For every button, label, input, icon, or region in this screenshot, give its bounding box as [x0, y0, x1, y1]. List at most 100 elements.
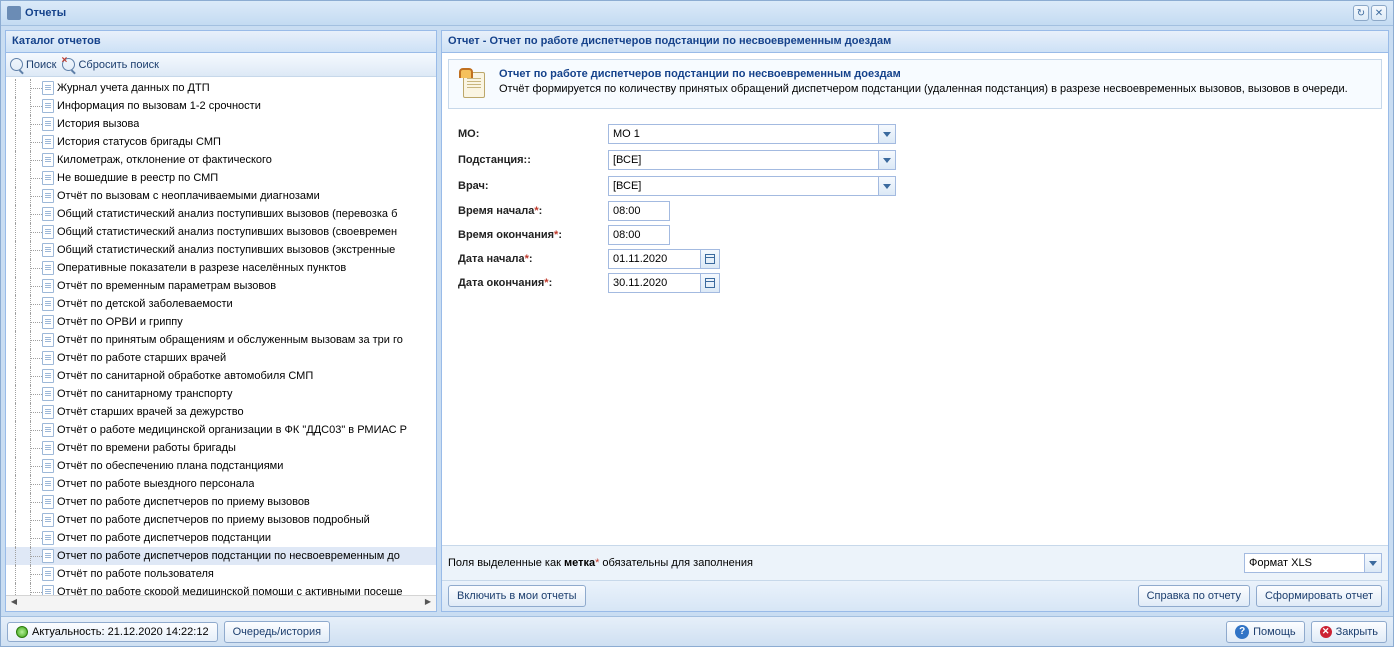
generate-report-button[interactable]: Сформировать отчет [1256, 585, 1382, 607]
scroll-right-arrow[interactable]: ▶ [420, 597, 436, 611]
main-window: Отчеты ↻ ✕ Каталог отчетов Поиск Сбросит… [0, 0, 1394, 647]
close-label: Закрыть [1336, 626, 1378, 638]
date-end-field[interactable] [608, 273, 720, 293]
horizontal-scrollbar[interactable]: ◀ ▶ [6, 595, 436, 611]
format-input[interactable] [1244, 553, 1364, 573]
tree-item[interactable]: Общий статистический анализ поступивших … [6, 205, 436, 223]
status-actual: Актуальность: 21.12.2020 14:22:12 [7, 622, 218, 642]
tree-item[interactable]: Отчет по работе диспетчеров подстанции п… [6, 547, 436, 565]
tree-item[interactable]: История статусов бригады СМП [6, 133, 436, 151]
catalog-title: Каталог отчетов [6, 31, 436, 53]
tree-item-label: Километраж, отклонение от фактического [57, 154, 272, 166]
tree-item[interactable]: Общий статистический анализ поступивших … [6, 223, 436, 241]
tree-item[interactable]: Отчет по работе выездного персонала [6, 475, 436, 493]
tree-item-label: Журнал учета данных по ДТП [57, 82, 210, 94]
tree-item[interactable]: Не вошедшие в реестр по СМП [6, 169, 436, 187]
tree-item[interactable]: Отчёт по работе скорой медицинской помощ… [6, 583, 436, 595]
tree-item[interactable]: Отчёт по ОРВИ и гриппу [6, 313, 436, 331]
close-button[interactable]: ✕ Закрыть [1311, 621, 1387, 643]
tree-item-label: Отчёт по ОРВИ и гриппу [57, 316, 183, 328]
document-icon [42, 297, 54, 311]
reset-search-link[interactable]: Сбросить поиск [62, 58, 158, 71]
tree-item-label: Отчет по работе диспетчеров по приему вы… [57, 514, 370, 526]
report-tree[interactable]: Журнал учета данных по ДТП Информация по … [6, 77, 436, 595]
date-start-field[interactable] [608, 249, 720, 269]
report-help-button[interactable]: Справка по отчету [1138, 585, 1250, 607]
mo-input[interactable] [608, 124, 878, 144]
document-icon [42, 531, 54, 545]
doctor-input[interactable] [608, 176, 878, 196]
document-icon [42, 441, 54, 455]
help-button[interactable]: ? Помощь [1226, 621, 1305, 643]
tree-item-label: Отчёт по работе пользователя [57, 568, 214, 580]
date-start-calendar-button[interactable] [700, 249, 720, 269]
tree-item[interactable]: Отчёт по принятым обращениям и обслуженн… [6, 331, 436, 349]
tree-item[interactable]: Отчет по работе диспетчеров по приему вы… [6, 493, 436, 511]
search-link[interactable]: Поиск [10, 58, 56, 71]
tree-item-label: Оперативные показатели в разрезе населён… [57, 262, 346, 274]
tree-item[interactable]: Оперативные показатели в разрезе населён… [6, 259, 436, 277]
time-end-input[interactable] [608, 225, 670, 245]
tree-item-label: Информация по вызовам 1-2 срочности [57, 100, 261, 112]
tree-item[interactable]: Отчёт по обеспечению плана подстанциями [6, 457, 436, 475]
tree-item[interactable]: Отчёт старших врачей за дежурство [6, 403, 436, 421]
tree-item[interactable]: Отчёт по временным параметрам вызовов [6, 277, 436, 295]
scroll-left-arrow[interactable]: ◀ [6, 597, 22, 611]
refresh-button[interactable]: ↻ [1353, 5, 1369, 21]
date-start-label: Дата начала*: [458, 253, 608, 265]
hint-bar: Поля выделенные как метка* обязательны д… [442, 545, 1388, 581]
tree-item-label: Отчёт старших врачей за дежурство [57, 406, 244, 418]
include-my-reports-button[interactable]: Включить в мои отчеты [448, 585, 586, 607]
tree-item[interactable]: Информация по вызовам 1-2 срочности [6, 97, 436, 115]
tree-item[interactable]: Отчёт по санитарному транспорту [6, 385, 436, 403]
tree-item[interactable]: Километраж, отклонение от фактического [6, 151, 436, 169]
date-end-calendar-button[interactable] [700, 273, 720, 293]
tree-item[interactable]: Отчёт по работе пользователя [6, 565, 436, 583]
report-desc-text: Отчёт формируется по количеству принятых… [499, 83, 1348, 95]
tree-item[interactable]: История вызова [6, 115, 436, 133]
close-icon: ✕ [1320, 626, 1332, 638]
substation-dropdown-button[interactable] [878, 150, 896, 170]
document-icon [42, 387, 54, 401]
tree-item[interactable]: Отчёт по санитарной обработке автомобиля… [6, 367, 436, 385]
document-icon [42, 567, 54, 581]
document-icon [42, 351, 54, 365]
tree-item[interactable]: Журнал учета данных по ДТП [6, 79, 436, 97]
tree-item[interactable]: Отчет по работе диспетчеров подстанции [6, 529, 436, 547]
doctor-combo[interactable] [608, 175, 896, 197]
tree-item[interactable]: Отчёт о работе медицинской организации в… [6, 421, 436, 439]
format-combo[interactable] [1244, 552, 1382, 574]
tree-item[interactable]: Отчёт по времени работы бригады [6, 439, 436, 457]
report-description-box: Отчет по работе диспетчеров подстанции п… [448, 59, 1382, 109]
tree-item[interactable]: Отчёт по работе старших врачей [6, 349, 436, 367]
tree-item-label: Отчет по работе диспетчеров подстанции п… [57, 550, 400, 562]
tree-item[interactable]: Общий статистический анализ поступивших … [6, 241, 436, 259]
document-icon [42, 99, 54, 113]
catalog-toolbar: Поиск Сбросить поиск [6, 53, 436, 77]
queue-history-button[interactable]: Очередь/история [224, 621, 331, 643]
mo-combo[interactable] [608, 123, 896, 145]
date-end-input[interactable] [608, 273, 700, 293]
chevron-down-icon [883, 132, 891, 137]
calendar-icon [705, 254, 715, 264]
date-start-input[interactable] [608, 249, 700, 269]
tree-item[interactable]: Отчёт по вызовам с неоплачиваемыми диагн… [6, 187, 436, 205]
document-icon [42, 405, 54, 419]
tree-item-label: Отчет по работе выездного персонала [57, 478, 254, 490]
tree-item-label: Отчёт по санитарной обработке автомобиля… [57, 370, 313, 382]
tree-item[interactable]: Отчет по работе диспетчеров по приему вы… [6, 511, 436, 529]
substation-combo[interactable] [608, 149, 896, 171]
doctor-dropdown-button[interactable] [878, 176, 896, 196]
chevron-down-icon [883, 184, 891, 189]
substation-input[interactable] [608, 150, 878, 170]
report-panel: Отчет - Отчет по работе диспетчеров подс… [441, 30, 1389, 612]
time-start-input[interactable] [608, 201, 670, 221]
document-icon [42, 81, 54, 95]
tree-item[interactable]: Отчёт по детской заболеваемости [6, 295, 436, 313]
document-icon [42, 333, 54, 347]
mo-dropdown-button[interactable] [878, 124, 896, 144]
document-icon [42, 315, 54, 329]
document-icon [42, 117, 54, 131]
format-dropdown-button[interactable] [1364, 553, 1382, 573]
close-window-button[interactable]: ✕ [1371, 5, 1387, 21]
